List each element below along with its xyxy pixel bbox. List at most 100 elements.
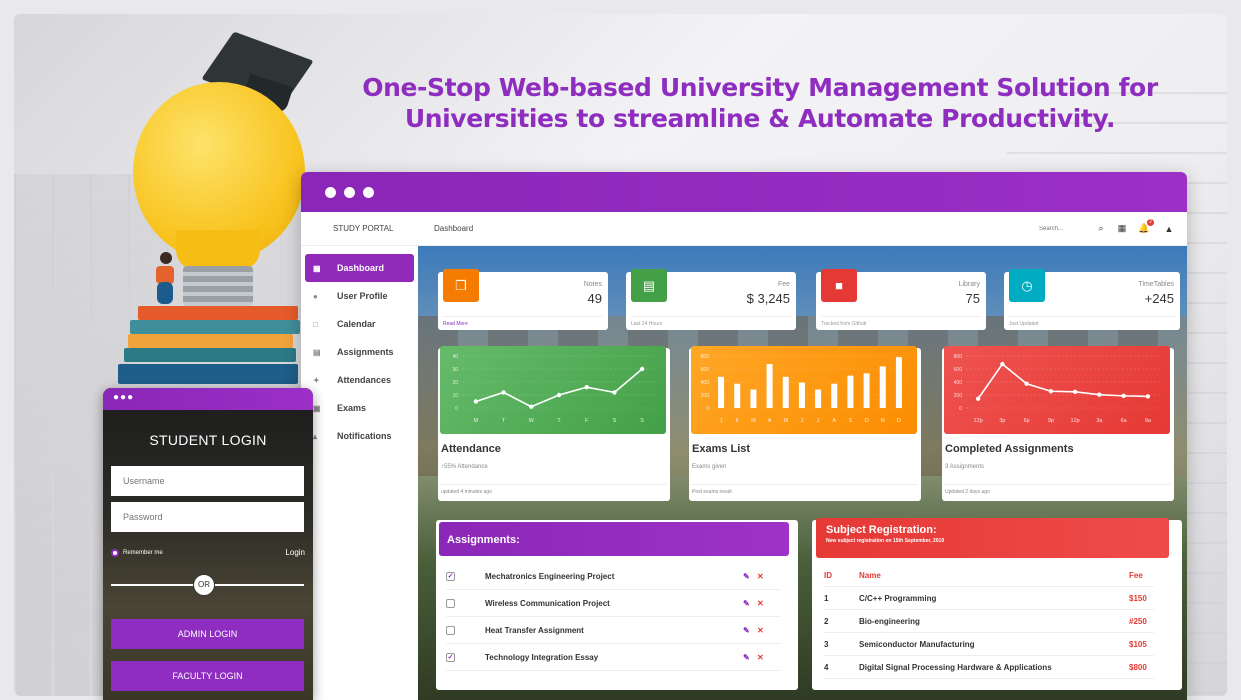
data-point [1145, 394, 1151, 399]
bell-icon[interactable]: 🔔 2 [1131, 219, 1157, 234]
window-dot [325, 186, 336, 198]
x-tick-label: S [849, 418, 853, 424]
data-point [1000, 361, 1005, 367]
cell-name: Semiconductor Manufacturing [859, 640, 975, 649]
bar [782, 376, 789, 408]
admin-login-button[interactable]: ADMIN LOGIN [111, 619, 304, 649]
bar [798, 382, 805, 408]
chart-footer: Post exams result [692, 484, 918, 495]
assignments-icon: ▤ [313, 347, 321, 357]
assignment-name: Technology Integration Essay [485, 653, 599, 662]
cell-name: C/C++ Programming [859, 594, 937, 603]
assignment-name: Mechatronics Engineering Project [485, 572, 615, 581]
registration-header: Subject Registration: New subject regist… [816, 518, 1169, 558]
grid-icon[interactable]: ▦ [1113, 223, 1131, 234]
brand[interactable]: STUDY PORTAL [301, 224, 416, 233]
assignment-checkbox[interactable]: ✓ [446, 653, 455, 662]
remember-me[interactable]: Remember me [111, 549, 163, 557]
assignment-checkbox[interactable] [446, 599, 455, 608]
stat-card-fee[interactable]: ▤ Fee $ 3,245 Last 24 Hours [626, 269, 796, 330]
cell-fee: $150 [1129, 594, 1147, 603]
sidebar-item-user-profile[interactable]: ● User Profile [305, 282, 414, 310]
password-field[interactable] [111, 502, 304, 532]
dashboard-icon: ▦ [313, 263, 321, 273]
read-more-link[interactable]: Read More [443, 316, 603, 327]
stat-card-notes[interactable]: ❐ Notes 49 Read More [438, 269, 608, 330]
chart-card-completed-assignments: 800 600 400 200 0 12p 3p 6p 9p 12p 3a 6a 9a Complete… [942, 346, 1174, 501]
stat-footer: Just Updated [1009, 316, 1175, 327]
assignment-checkbox[interactable]: ✓ [446, 572, 455, 581]
x-tick-label: N [881, 418, 885, 424]
x-tick-label: M [751, 418, 756, 424]
edit-icon[interactable]: ✎ [743, 599, 757, 608]
sidebar-item-attendances[interactable]: ✦ Attendances [305, 366, 414, 394]
attendance-icon: ✦ [313, 375, 320, 385]
x-tick-label: 6p [1024, 418, 1030, 424]
close-icon[interactable]: ✕ [757, 599, 781, 608]
assignment-row: Heat Transfer Assignment ✎ ✕ [446, 618, 781, 644]
stat-value: +245 [1144, 291, 1174, 306]
registration-subtitle: New subject registration on 15th Septemb… [826, 538, 945, 544]
assignment-checkbox[interactable] [446, 626, 455, 635]
stat-footer: Tracked from Github [821, 316, 981, 327]
bar [718, 376, 725, 408]
cell-name: Bio-engineering [859, 617, 920, 626]
search-input[interactable] [1039, 221, 1089, 236]
edit-icon[interactable]: ✎ [743, 572, 757, 581]
stat-label: TimeTables [1138, 281, 1174, 288]
table-row[interactable]: 2 Bio-engineering #250 [824, 611, 1154, 633]
phone-titlebar: ●●● [103, 388, 313, 410]
x-tick-label: 12p [1071, 418, 1080, 424]
login-link[interactable]: Login [285, 548, 305, 557]
bar [750, 389, 757, 408]
sidebar-item-assignments[interactable]: ▤ Assignments [305, 338, 414, 366]
table-header: ID Name Fee [824, 565, 1154, 587]
close-icon[interactable]: ✕ [757, 653, 781, 662]
x-tick-label: T [502, 418, 506, 424]
close-icon[interactable]: ✕ [757, 572, 781, 581]
assignment-row: ✓ Mechatronics Engineering Project ✎ ✕ [446, 564, 781, 590]
bar [815, 389, 822, 408]
data-point [473, 399, 479, 404]
faculty-login-button[interactable]: FACULTY LOGIN [111, 661, 304, 691]
x-tick-label: 3p [999, 418, 1005, 424]
data-point [556, 392, 562, 398]
edit-icon[interactable]: ✎ [743, 653, 757, 662]
table-row[interactable]: 3 Semiconductor Manufacturing $105 [824, 634, 1154, 656]
data-point [584, 385, 589, 390]
notification-badge: 2 [1147, 219, 1154, 226]
dashboard-window: STUDY PORTAL Dashboard ⌕ ▦ 🔔2 ▲ ▦ Dashboa… [301, 172, 1187, 700]
cell-fee: $800 [1129, 663, 1147, 672]
sidebar-item-exams[interactable]: ▣ Exams [305, 394, 414, 422]
table-row[interactable]: 1 C/C++ Programming $150 [824, 588, 1154, 610]
sidebar-item-dashboard[interactable]: ▦ Dashboard [305, 254, 414, 282]
close-icon[interactable]: ✕ [757, 626, 781, 635]
assignment-row: ✓ Technology Integration Essay ✎ ✕ [446, 645, 781, 671]
chart-footer: updated 4 minutes ago [441, 484, 667, 495]
user-icon[interactable]: ▲ [1157, 224, 1181, 234]
x-tick-label: D [897, 418, 901, 424]
stat-card-timetables[interactable]: ◷ TimeTables +245 Just Updated [1004, 269, 1180, 330]
chart-subtitle: Exams given [692, 464, 727, 470]
assignment-name: Wireless Communication Project [485, 599, 610, 608]
cell-id: 3 [824, 640, 829, 649]
headline-line2: Universities to streamline & Automate Pr… [404, 104, 1116, 133]
stat-card-library[interactable]: ■ Library 75 Tracked from Github [816, 269, 986, 330]
data-point [639, 366, 645, 372]
sidebar-item-calendar[interactable]: □ Calendar [305, 310, 414, 338]
remember-radio[interactable] [111, 549, 119, 557]
x-tick-label: A [768, 418, 772, 424]
bar [847, 375, 854, 408]
y-tick-label: 200 [954, 393, 963, 399]
data-point [1072, 389, 1078, 395]
data-point [1097, 392, 1102, 397]
top-navbar: STUDY PORTAL Dashboard ⌕ ▦ 🔔2 ▲ [301, 212, 1187, 246]
col-fee: Fee [1129, 571, 1143, 580]
edit-icon[interactable]: ✎ [743, 626, 757, 635]
table-row[interactable]: 4 Digital Signal Processing Hardware & Ap… [824, 657, 1154, 679]
x-tick-label: J [801, 418, 804, 424]
bell-icon: ▴ [313, 431, 318, 441]
username-field[interactable] [111, 466, 304, 496]
sidebar-item-notifications[interactable]: ▴ Notifications [305, 422, 414, 450]
search-icon[interactable]: ⌕ [1089, 223, 1113, 234]
